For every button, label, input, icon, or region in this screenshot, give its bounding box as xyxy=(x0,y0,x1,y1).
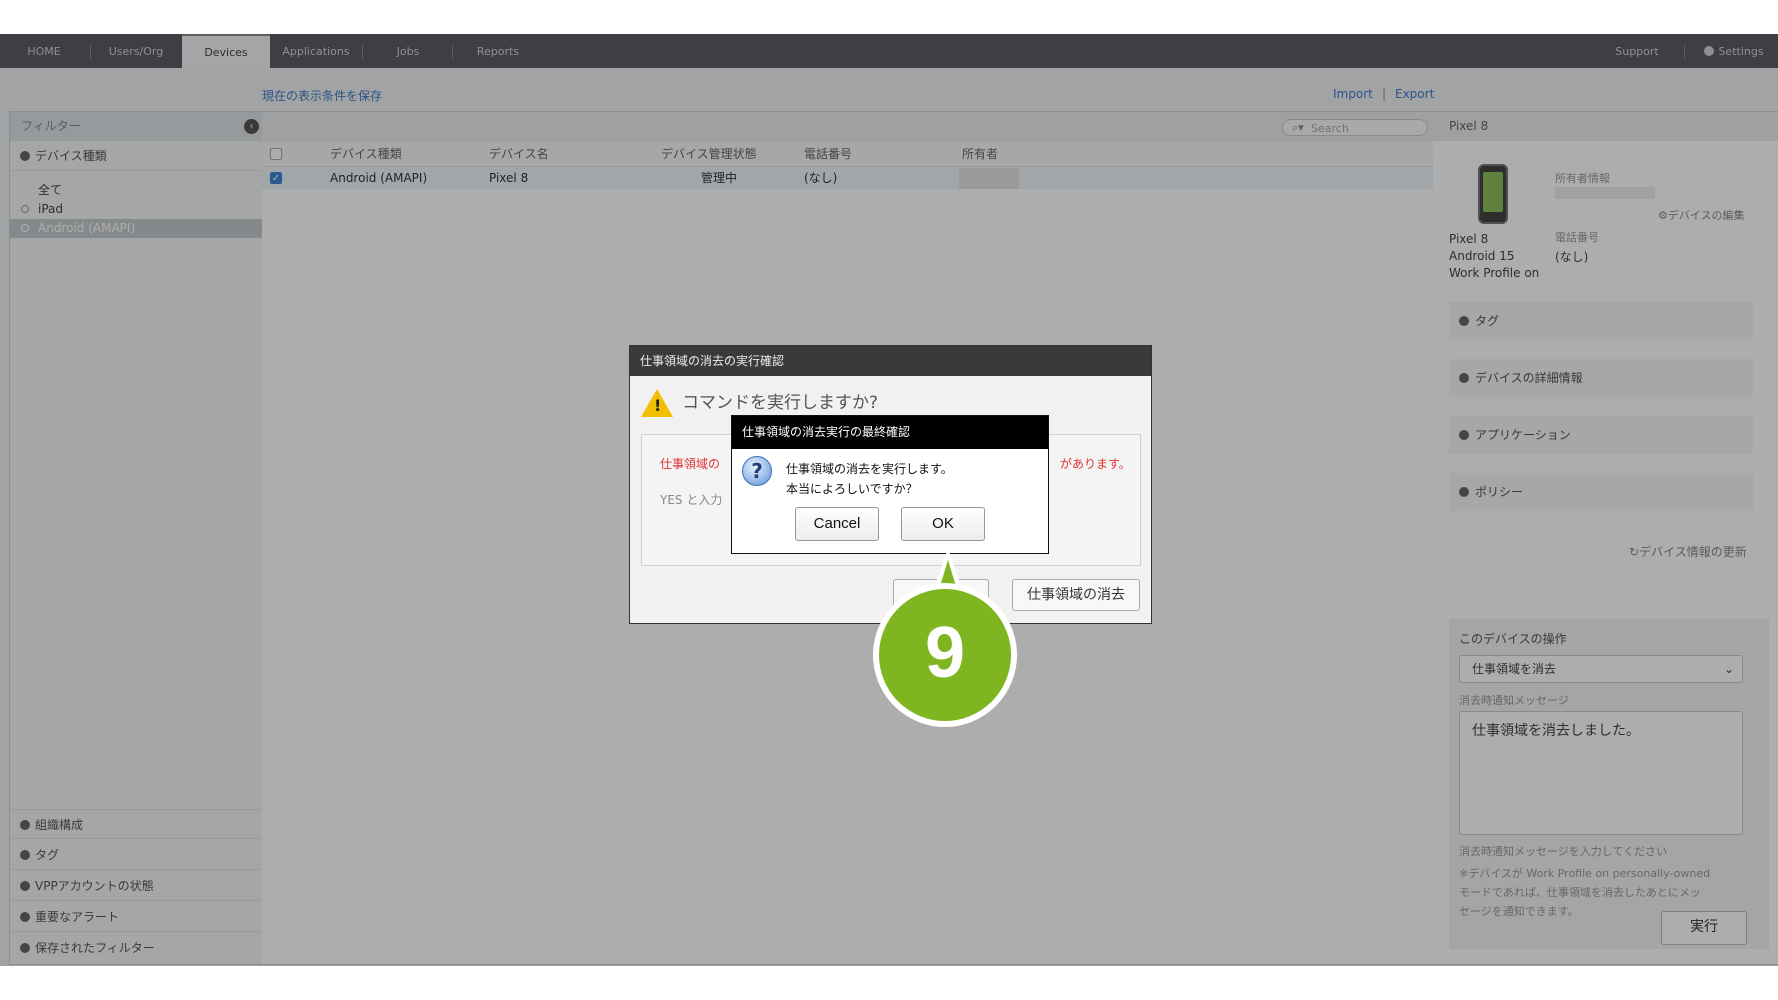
final-confirm-dialog: 仕事領域の消去実行の最終確認 ? 仕事領域の消去を実行します。 本当によろしいで… xyxy=(731,415,1049,554)
confirm-dialog-title: 仕事領域の消去の実行確認 xyxy=(630,346,1151,376)
erase-work-profile-button[interactable]: 仕事領域の消去 xyxy=(1012,579,1140,611)
cancel-button[interactable]: Cancel xyxy=(795,507,879,541)
question-icon: ? xyxy=(742,456,772,486)
confirm-question: コマンドを実行しますか? xyxy=(682,393,879,413)
ok-button[interactable]: OK xyxy=(901,507,985,541)
final-message-line-1: 仕事領域の消去を実行します。 xyxy=(786,462,953,476)
step-number-badge: 9 xyxy=(873,583,1017,727)
warning-text-left: 仕事領域の xyxy=(660,457,721,471)
warning-icon-mark: ! xyxy=(654,396,662,415)
final-dialog-title: 仕事領域の消去実行の最終確認 xyxy=(732,416,1048,449)
final-message-line-2: 本当によろしいですか？ xyxy=(786,482,918,496)
instruction-text: YES と入力 xyxy=(660,493,723,507)
warning-text-right: があります。 xyxy=(1060,457,1131,471)
